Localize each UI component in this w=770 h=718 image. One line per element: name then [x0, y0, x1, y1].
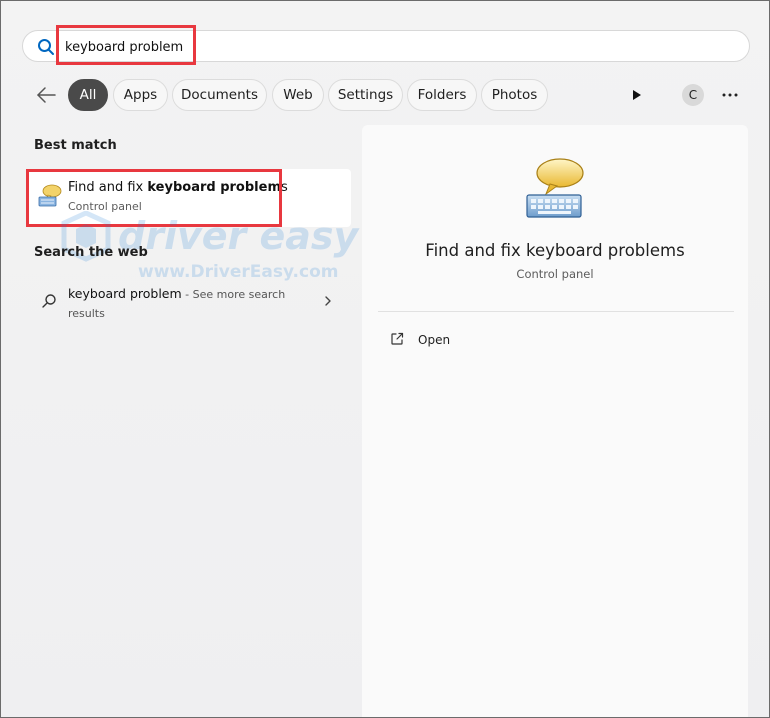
chevron-right-icon[interactable] — [322, 295, 334, 307]
detail-title: Find and fix keyboard problems — [425, 241, 685, 260]
search-web-heading: Search the web — [34, 245, 148, 260]
avatar[interactable]: C — [682, 84, 704, 106]
avatar-letter: C — [688, 88, 698, 102]
play-icon[interactable] — [626, 85, 646, 105]
tab-label: Photos — [491, 87, 538, 103]
search-bar[interactable] — [22, 30, 750, 62]
web-query-text: keyboard problem - See more search — [68, 286, 285, 301]
best-match-heading: Best match — [34, 138, 117, 153]
more-options-icon[interactable] — [719, 85, 741, 105]
tab-label: Web — [283, 87, 313, 103]
web-separator: - — [181, 288, 193, 301]
title-bold: keyboard problem — [147, 180, 281, 195]
keyboard-troubleshooter-icon — [38, 184, 62, 207]
tab-folders[interactable]: Folders — [407, 79, 477, 111]
detail-divider — [378, 311, 734, 312]
tab-photos[interactable]: Photos — [481, 79, 548, 111]
search-input[interactable] — [65, 35, 665, 59]
web-search-result[interactable] — [27, 277, 351, 329]
search-icon — [38, 39, 54, 55]
tab-label: Settings — [337, 87, 394, 103]
open-external-icon — [391, 332, 404, 345]
tab-apps[interactable]: Apps — [113, 79, 168, 111]
best-match-title: Find and fix keyboard problems — [68, 180, 288, 195]
keyboard-troubleshooter-icon — [526, 158, 584, 218]
title-prefix: Find and fix — [68, 180, 148, 195]
tab-documents[interactable]: Documents — [172, 79, 267, 111]
tab-settings[interactable]: Settings — [328, 79, 403, 111]
tab-web[interactable]: Web — [272, 79, 324, 111]
detail-subtitle: Control panel — [516, 267, 594, 281]
back-arrow-icon[interactable] — [34, 83, 58, 107]
web-query: keyboard problem — [68, 286, 182, 301]
best-match-subtitle: Control panel — [68, 200, 142, 213]
web-see-more: See more search — [192, 288, 286, 301]
tab-all[interactable]: All — [68, 79, 108, 111]
tab-label: All — [79, 87, 97, 103]
tab-label: Documents — [181, 87, 258, 103]
tab-label: Apps — [123, 87, 158, 103]
web-results-text: results — [68, 307, 105, 320]
open-label: Open — [418, 333, 451, 347]
tab-label: Folders — [417, 87, 467, 103]
search-icon — [42, 294, 56, 308]
title-suffix: s — [281, 180, 288, 195]
search-window: All Apps Documents Web Settings Folders … — [0, 0, 770, 718]
best-match-result[interactable] — [27, 169, 351, 227]
